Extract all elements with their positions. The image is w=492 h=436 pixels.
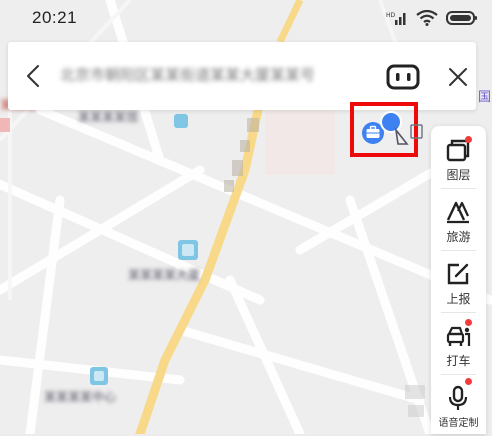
taxi-icon bbox=[446, 326, 471, 346]
status-bar: 20:21 HD bbox=[0, 0, 492, 38]
divider bbox=[441, 374, 476, 375]
highlighted-marker[interactable] bbox=[350, 102, 418, 157]
search-bar: 北京市朝阳区某某街道某某大厦某某号 bbox=[8, 42, 476, 110]
divider bbox=[441, 312, 476, 313]
voice-input-button[interactable] bbox=[386, 64, 422, 90]
map-small-icon bbox=[410, 124, 423, 139]
tool-label-report: 上报 bbox=[446, 292, 471, 306]
tool-layers[interactable]: 图层 bbox=[431, 128, 486, 188]
map-label-poi-mid[interactable]: 某某某某大厦 bbox=[128, 266, 200, 283]
map-tool-panel: 图层 旅游 上报 打车 语音定制 bbox=[431, 126, 486, 434]
microphone-icon bbox=[448, 385, 468, 410]
search-query-text[interactable]: 北京市朝阳区某某街道某某大厦某某号 bbox=[60, 62, 330, 88]
tool-label-travel: 旅游 bbox=[446, 230, 471, 244]
tool-label-layers: 图层 bbox=[446, 168, 471, 182]
status-time: 20:21 bbox=[32, 8, 78, 27]
tool-report[interactable]: 上报 bbox=[431, 252, 486, 312]
back-button[interactable] bbox=[20, 60, 48, 92]
svg-text:HD: HD bbox=[386, 12, 396, 19]
chevron-left-icon bbox=[27, 65, 39, 87]
badge-dot bbox=[465, 136, 472, 143]
tool-travel[interactable]: 旅游 bbox=[431, 190, 486, 250]
signal-icon: HD bbox=[386, 12, 406, 25]
divider bbox=[441, 250, 476, 251]
battery-icon bbox=[446, 11, 477, 25]
tool-label-voice-custom: 语音定制 bbox=[438, 418, 479, 429]
close-icon bbox=[449, 68, 467, 86]
travel-icon bbox=[446, 201, 469, 224]
wifi-icon bbox=[416, 10, 438, 26]
report-icon bbox=[447, 263, 469, 285]
tool-voice-custom[interactable]: 语音定制 bbox=[431, 376, 486, 436]
badge-dot bbox=[465, 378, 472, 385]
close-button[interactable] bbox=[445, 64, 471, 90]
briefcase-poi-icon[interactable] bbox=[354, 106, 414, 154]
voice-input-icon bbox=[386, 64, 420, 90]
map-label-poi-top[interactable]: 某某某某馆 bbox=[78, 108, 138, 125]
tool-label-taxi: 打车 bbox=[446, 354, 471, 368]
map-label-poi-bottom[interactable]: 某某某某中心 bbox=[44, 388, 116, 405]
status-icons: HD bbox=[386, 10, 478, 26]
map-label-edge-right: 国 bbox=[478, 90, 492, 105]
divider bbox=[441, 188, 476, 189]
badge-dot bbox=[465, 319, 472, 326]
tool-taxi[interactable]: 打车 bbox=[431, 314, 486, 374]
